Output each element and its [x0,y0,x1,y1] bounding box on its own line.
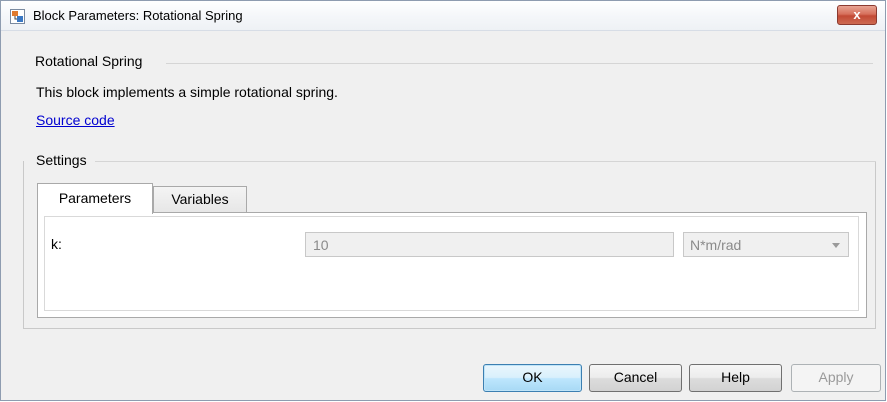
parameters-tab-panel [37,212,867,318]
unit-select-value: N*m/rad [690,237,742,253]
spring-rate-unit-select[interactable]: N*m/rad [683,232,849,257]
close-button[interactable]: x [837,5,877,25]
apply-button[interactable]: Apply [791,364,881,392]
window-title: Block Parameters: Rotational Spring [33,8,243,23]
spring-rate-label: k: [51,236,62,252]
title-bar[interactable]: Block Parameters: Rotational Spring x [1,1,885,31]
tab-parameters[interactable]: Parameters [37,183,153,214]
description-group-rule [166,63,873,64]
tab-parameters-label: Parameters [58,190,132,206]
dialog-window: Block Parameters: Rotational Spring x Ro… [0,0,886,401]
source-code-link[interactable]: Source code [36,112,115,128]
parameters-inner-panel [44,216,859,311]
help-button[interactable]: Help [689,364,782,392]
ok-button[interactable]: OK [483,364,582,392]
block-description: This block implements a simple rotationa… [36,84,338,100]
tab-variables-label: Variables [171,191,229,207]
settings-group-rule [95,161,876,162]
cancel-button[interactable]: Cancel [589,364,682,392]
description-group-title: Rotational Spring [35,53,143,69]
tab-variables[interactable]: Variables [153,186,247,213]
spring-rate-field[interactable]: 10 [305,232,674,257]
close-icon: x [853,7,861,22]
chevron-down-icon [832,243,840,248]
simulink-block-icon [10,9,25,24]
